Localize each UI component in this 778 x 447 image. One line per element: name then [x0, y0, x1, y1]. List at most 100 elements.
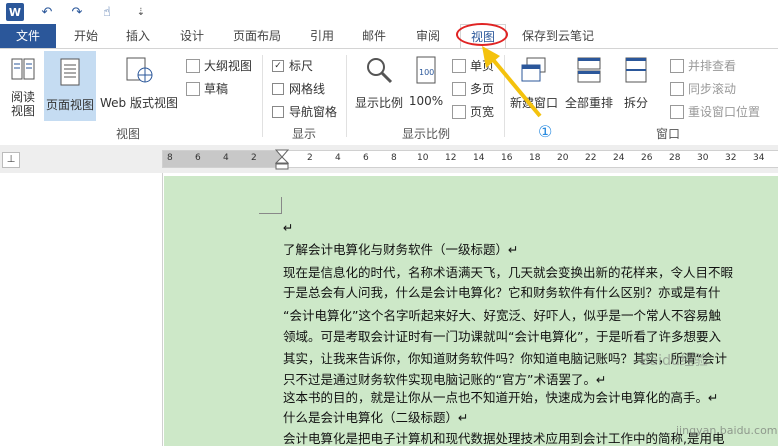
tab-review[interactable]: 审阅	[410, 24, 446, 48]
web-layout-label: Web 版式视图	[100, 96, 178, 110]
ruler-tick: 28	[669, 153, 681, 163]
tab-design[interactable]: 设计	[174, 24, 210, 48]
draft-label: 草稿	[204, 82, 229, 96]
heading-2: 什么是会计电算化（二级标题）↵	[283, 410, 469, 425]
ruler-tick: 4	[223, 153, 229, 163]
read-mode-icon	[11, 58, 35, 80]
read-mode-label-2: 视图	[10, 104, 35, 118]
ruler-tick: 32	[725, 153, 737, 163]
gridlines-checkbox[interactable]: 网格线	[272, 80, 325, 97]
title-bar: W ↶ ↷ ☝ ⇣	[0, 0, 778, 24]
annotation-number: ①	[538, 122, 553, 141]
multi-page-icon	[452, 81, 466, 96]
ruler-tick: 26	[641, 153, 653, 163]
ruler-tick: 2	[307, 153, 313, 163]
arrange-all-button[interactable]: 全部重排	[562, 55, 616, 111]
svg-text:100: 100	[419, 68, 434, 77]
web-layout-button[interactable]: Web 版式视图	[98, 55, 180, 111]
horizontal-ruler[interactable]: 8 6 4 2 2 4 6 8 10 12 14 16 18 20 22 24 …	[162, 149, 778, 171]
paragraph-line: 于是总会有人问我，什么是会计电算化？它和财务软件有什么区别？亦或是有什	[283, 285, 721, 300]
split-button[interactable]: 拆分	[618, 55, 654, 111]
ruler-margin	[163, 151, 281, 167]
group-divider	[262, 55, 263, 137]
ruler-tick: 4	[335, 153, 341, 163]
paragraph-line: 这本书的目的，就是让你从一点也不知道开始，快速成为会计电算化的高手。↵	[283, 390, 719, 405]
outline-icon	[186, 58, 200, 73]
reset-window-position-button[interactable]: 重设窗口位置	[670, 103, 760, 120]
baidu-watermark-url: jingyan.baidu.com	[676, 424, 778, 437]
tab-file[interactable]: 文件	[0, 24, 56, 48]
zoom-100-label: 100%	[408, 94, 444, 108]
margin-corner-mark	[259, 197, 282, 214]
ruler-tick: 2	[251, 153, 257, 163]
nav-pane-checkbox[interactable]: 导航窗格	[272, 103, 337, 120]
print-layout-label: 页面视图	[45, 98, 94, 112]
read-mode-label-1: 阅读	[10, 90, 35, 104]
hundred-percent-icon: 100	[416, 56, 436, 84]
paragraph-line: “会计电算化”这个名字听起来好大、好宽泛、好吓人，似乎是一个常人不容易触	[283, 308, 721, 323]
ruler-tick: 8	[391, 153, 397, 163]
draft-button[interactable]: 草稿	[186, 80, 228, 97]
sync-scroll-button[interactable]: 同步滚动	[670, 80, 736, 97]
ruler-tick: 6	[363, 153, 369, 163]
ruler-checkbox[interactable]: ✓ 标尺	[272, 57, 313, 74]
zoom-100-button[interactable]: 100 100%	[408, 55, 444, 108]
redo-icon[interactable]: ↷	[66, 3, 88, 21]
ruler-tick: 34	[753, 153, 765, 163]
paragraph-line: 领域。可是考取会计证时有一门功课就叫“会计电算化”，于是听看了许多想要入	[283, 329, 721, 344]
zoom-group-label: 显示比例	[402, 127, 451, 141]
ruler-tick: 8	[167, 153, 173, 163]
tab-mailings[interactable]: 邮件	[356, 24, 392, 48]
ruler-check-icon: ✓	[272, 59, 284, 72]
zoom-label: 显示比例	[354, 96, 403, 110]
reset-window-position-icon	[670, 104, 684, 119]
ruler-tick: 20	[557, 153, 569, 163]
tab-references[interactable]: 引用	[304, 24, 340, 48]
show-group-label: 显示	[292, 127, 317, 141]
paragraph-line: ↵	[283, 220, 294, 235]
side-by-side-icon	[670, 58, 684, 73]
document-page[interactable]: ↵ 了解会计电算化与财务软件（一级标题）↵ 现在是信息化的时代，名称术语满天飞，…	[164, 176, 778, 446]
nav-pane-check-icon	[272, 105, 284, 118]
tab-home[interactable]: 开始	[68, 24, 104, 48]
ruler-tick: 16	[501, 153, 513, 163]
indent-marker-icon[interactable]	[275, 149, 289, 171]
magnifier-icon	[367, 58, 393, 84]
paragraph-line: 现在是信息化的时代，名称术语满天飞，几天就会变换出新的花样来，令人目不暇	[283, 265, 734, 280]
nav-pane-label: 导航窗格	[289, 105, 338, 119]
read-mode-button[interactable]: 阅读 视图	[4, 55, 42, 118]
arrange-all-label: 全部重排	[564, 96, 613, 110]
sync-scroll-icon	[670, 81, 684, 96]
sync-scroll-label: 同步滚动	[688, 82, 737, 96]
side-by-side-button[interactable]: 并排查看	[670, 57, 736, 74]
gridlines-label: 网格线	[289, 82, 326, 96]
vertical-ruler-strip	[0, 173, 163, 446]
undo-icon[interactable]: ↶	[36, 3, 58, 21]
arrange-all-icon	[577, 57, 601, 83]
ruler-tick: 6	[195, 153, 201, 163]
gridlines-check-icon	[272, 82, 284, 95]
window-group-label: 窗口	[656, 127, 681, 141]
ruler-tick: 12	[445, 153, 457, 163]
ribbon-view-panel: 阅读 视图 页面视图 Web 版式视图 大纲视图 草稿 视图 ✓ 标尺 网格线 导航…	[0, 48, 778, 146]
web-layout-icon	[126, 57, 153, 83]
ruler-tick: 14	[473, 153, 485, 163]
side-by-side-label: 并排查看	[688, 59, 737, 73]
paragraph-line: 只不过是通过财务软件实现电脑记账的“官方”术语罢了。↵	[283, 372, 607, 387]
outline-button[interactable]: 大纲视图	[186, 57, 252, 74]
tab-selector-icon[interactable]: ⊥	[2, 152, 20, 168]
touch-mode-icon[interactable]: ☝	[96, 3, 118, 21]
annotation-arrow	[482, 46, 542, 118]
customize-quick-access-icon[interactable]: ⇣	[134, 3, 148, 21]
ruler-tick: 30	[697, 153, 709, 163]
tab-page-layout[interactable]: 页面布局	[228, 24, 286, 48]
zoom-button[interactable]: 显示比例	[352, 55, 406, 111]
tab-insert[interactable]: 插入	[120, 24, 156, 48]
highlight-ellipse	[456, 23, 508, 46]
split-label: 拆分	[623, 96, 648, 110]
print-layout-button[interactable]: 页面视图	[44, 51, 96, 121]
group-divider	[346, 55, 347, 137]
outline-label: 大纲视图	[204, 59, 253, 73]
draft-icon	[186, 81, 200, 96]
ruler-tick: 22	[585, 153, 597, 163]
